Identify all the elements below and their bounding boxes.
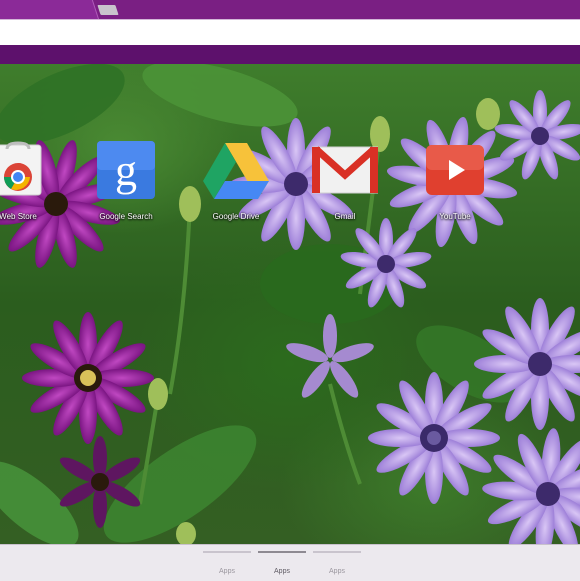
app-label: Gmail (334, 212, 356, 221)
page-indicator (313, 551, 361, 553)
svg-text:g: g (115, 146, 137, 195)
page-indicator (203, 551, 251, 553)
app-web-store[interactable]: Web Store (0, 141, 60, 221)
new-tab-button[interactable] (97, 5, 119, 15)
google-drive-icon (203, 141, 269, 199)
youtube-icon (426, 141, 484, 199)
app-label: YouTube (439, 212, 471, 221)
bookmark-bar (0, 45, 580, 64)
page-tab-label: Apps (329, 568, 345, 575)
page-tab-apps-2[interactable]: Apps (252, 551, 312, 578)
address-bar[interactable] (4, 24, 576, 40)
app-google-search[interactable]: g Google Search (84, 141, 168, 221)
app-label: Google Drive (212, 212, 260, 221)
browser-chrome (0, 0, 580, 64)
app-google-drive[interactable]: Google Drive (194, 141, 278, 221)
app-gmail[interactable]: Gmail (303, 141, 387, 221)
tab-strip (0, 0, 580, 19)
gmail-icon (311, 141, 379, 199)
flower-wallpaper-image (0, 64, 580, 544)
page-tab-label: Apps (274, 568, 290, 575)
toolbar (0, 19, 580, 46)
theme-wallpaper (0, 64, 580, 544)
app-label: Web Store (0, 212, 37, 221)
page-tab-apps-1[interactable]: Apps (197, 551, 257, 578)
app-label: Google Search (99, 212, 153, 221)
page-tab-apps-3[interactable]: Apps (307, 551, 367, 578)
tab-new-tab[interactable] (0, 0, 100, 19)
page-indicator (258, 551, 306, 553)
page-tab-label: Apps (219, 568, 235, 575)
app-youtube[interactable]: YouTube (413, 141, 497, 221)
apps-page-switcher: Apps Apps Apps (0, 544, 580, 581)
google-search-icon: g (97, 141, 155, 199)
chrome-web-store-icon (0, 141, 47, 199)
